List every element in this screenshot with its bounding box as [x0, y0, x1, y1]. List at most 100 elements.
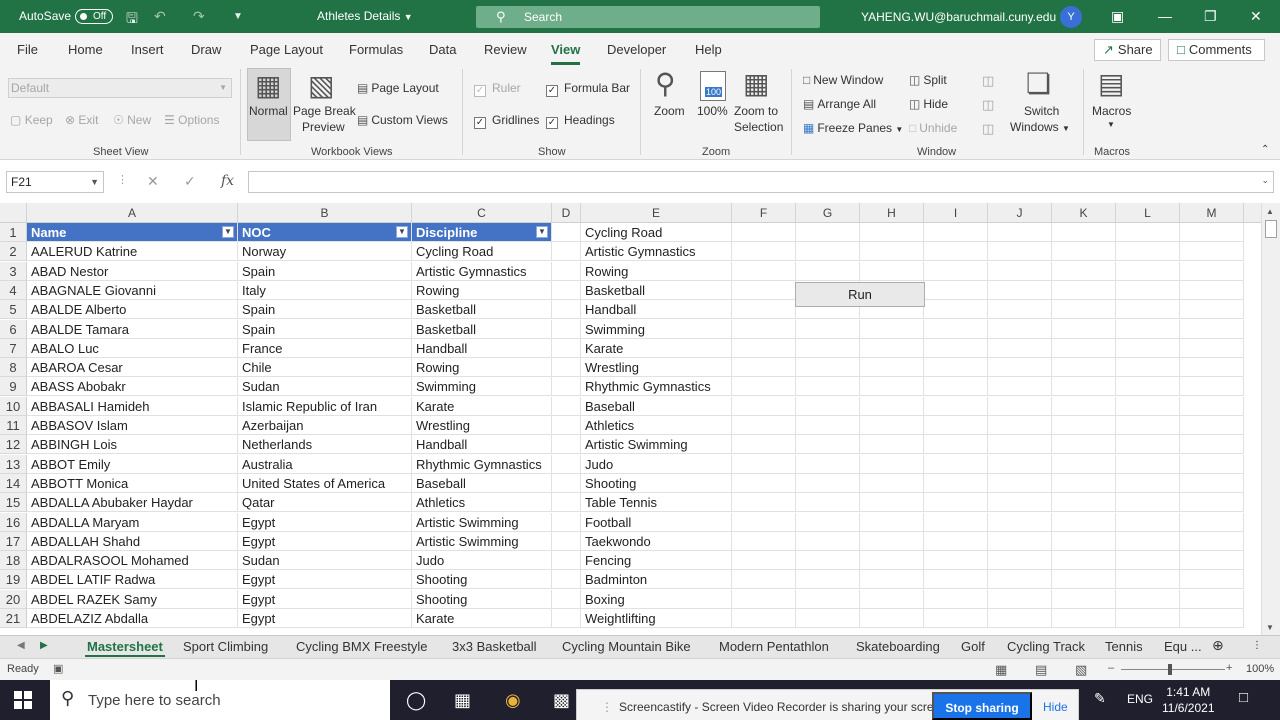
cell-a3[interactable]: ABAD Nestor [27, 261, 238, 281]
cell-d4[interactable] [552, 280, 581, 300]
cell-f10[interactable] [732, 396, 796, 416]
cell-f7[interactable] [732, 338, 796, 358]
sheet-tab-modern-pentathlon[interactable]: Modern Pentathlon [719, 639, 829, 654]
column-header-l[interactable]: L [1116, 203, 1180, 223]
cell-i7[interactable] [924, 338, 988, 358]
cell-j6[interactable] [988, 319, 1052, 339]
cell-c7[interactable]: Handball [412, 338, 552, 358]
zoom-100-icon[interactable]: 100 [700, 71, 726, 101]
cell-e15[interactable]: Table Tennis [581, 493, 732, 513]
cell-j13[interactable] [988, 454, 1052, 474]
cell-d14[interactable] [552, 473, 581, 493]
cell-h19[interactable] [860, 570, 924, 590]
cell-c18[interactable]: Judo [412, 551, 552, 571]
avatar[interactable]: Y [1060, 6, 1082, 28]
cell-f4[interactable] [732, 280, 796, 300]
cell-b15[interactable]: Qatar [238, 493, 412, 513]
cell-h1[interactable] [860, 223, 924, 242]
cell-c5[interactable]: Basketball [412, 300, 552, 320]
tab-page-layout[interactable]: Page Layout [250, 42, 323, 57]
cell-f16[interactable] [732, 512, 796, 532]
sheet-tab-cycling-track[interactable]: Cycling Track [1007, 639, 1085, 654]
cell-g9[interactable] [796, 377, 860, 397]
gridlines-checkbox[interactable]: ✓ Gridlines [474, 113, 539, 129]
cell-k6[interactable] [1052, 319, 1116, 339]
cell-m10[interactable] [1180, 396, 1244, 416]
column-header-e[interactable]: E [581, 203, 732, 223]
cell-m20[interactable] [1180, 589, 1244, 609]
document-title[interactable]: Athletes Details ▼ [317, 9, 413, 23]
column-header-f[interactable]: F [732, 203, 796, 223]
column-header-d[interactable]: D [552, 203, 581, 223]
cell-k8[interactable] [1052, 358, 1116, 378]
cell-e5[interactable]: Handball [581, 300, 732, 320]
options-button[interactable]: ☰ Options [164, 113, 219, 127]
row-header[interactable]: 2 [0, 242, 27, 262]
cell-i10[interactable] [924, 396, 988, 416]
unhide-button[interactable]: □ Unhide [909, 121, 957, 135]
column-header-c[interactable]: C [412, 203, 552, 223]
pen-icon[interactable]: ✎ [1094, 690, 1106, 707]
cell-l17[interactable] [1116, 531, 1180, 551]
cell-j11[interactable] [988, 416, 1052, 435]
row-header[interactable]: 16 [0, 512, 27, 532]
cell-d19[interactable] [552, 570, 581, 590]
cell-m2[interactable] [1180, 242, 1244, 262]
cell-h15[interactable] [860, 493, 924, 513]
cell-b3[interactable]: Spain [238, 261, 412, 281]
keep-button[interactable]: ▢ Keep [10, 113, 53, 127]
row-header[interactable]: 13 [0, 454, 27, 474]
cell-m13[interactable] [1180, 454, 1244, 474]
cell-h14[interactable] [860, 473, 924, 493]
row-header[interactable]: 20 [0, 589, 27, 609]
cell-f17[interactable] [732, 531, 796, 551]
cell-l4[interactable] [1116, 280, 1180, 300]
exit-button[interactable]: ⊗ Exit [65, 113, 98, 127]
cell-m21[interactable] [1180, 609, 1244, 628]
select-all-corner[interactable] [0, 203, 27, 223]
cell-m6[interactable] [1180, 319, 1244, 339]
cell-e8[interactable]: Wrestling [581, 358, 732, 378]
cell-d17[interactable] [552, 531, 581, 551]
autosave-toggle[interactable]: Off [75, 9, 113, 24]
cell-a20[interactable]: ABDEL RAZEK Samy [27, 589, 238, 609]
cell-m5[interactable] [1180, 300, 1244, 320]
cell-j8[interactable] [988, 358, 1052, 378]
cell-i5[interactable] [924, 300, 988, 320]
cell-k3[interactable] [1052, 261, 1116, 281]
scroll-down-icon[interactable]: ▼ [1266, 623, 1274, 632]
close-icon[interactable]: ✕ [1250, 8, 1262, 25]
cell-c8[interactable]: Rowing [412, 358, 552, 378]
cell-f1[interactable] [732, 223, 796, 242]
zoom-100-label[interactable]: 100% [697, 104, 728, 118]
cell-m17[interactable] [1180, 531, 1244, 551]
tab-scroll-left-icon[interactable]: ◀ [17, 640, 25, 651]
share-button[interactable]: ↗ Share [1094, 39, 1161, 61]
cell-l7[interactable] [1116, 338, 1180, 358]
cell-a19[interactable]: ABDEL LATIF Radwa [27, 570, 238, 590]
formula-input[interactable]: ⌄ [248, 171, 1274, 193]
cell-c13[interactable]: Rhythmic Gymnastics [412, 454, 552, 474]
task-view-icon[interactable]: ▦ [454, 690, 471, 711]
zoom-in-icon[interactable]: + [1226, 662, 1232, 674]
cell-i9[interactable] [924, 377, 988, 397]
page-break-label-1[interactable]: Page Break [293, 104, 356, 118]
cell-b5[interactable]: Spain [238, 300, 412, 320]
insert-function-icon[interactable]: fx [221, 173, 234, 189]
cell-k19[interactable] [1052, 570, 1116, 590]
cell-l1[interactable] [1116, 223, 1180, 242]
cell-m9[interactable] [1180, 377, 1244, 397]
cell-b20[interactable]: Egypt [238, 589, 412, 609]
cell-b16[interactable]: Egypt [238, 512, 412, 532]
cell-l15[interactable] [1116, 493, 1180, 513]
cell-m19[interactable] [1180, 570, 1244, 590]
column-header-m[interactable]: M [1180, 203, 1244, 223]
cancel-icon[interactable]: ✕ [147, 173, 159, 190]
cell-b13[interactable]: Australia [238, 454, 412, 474]
cell-e16[interactable]: Football [581, 512, 732, 532]
cell-m11[interactable] [1180, 416, 1244, 435]
cell-g12[interactable] [796, 435, 860, 455]
cell-d18[interactable] [552, 551, 581, 571]
cell-b17[interactable]: Egypt [238, 531, 412, 551]
split-button[interactable]: ◫ Split [909, 73, 947, 87]
